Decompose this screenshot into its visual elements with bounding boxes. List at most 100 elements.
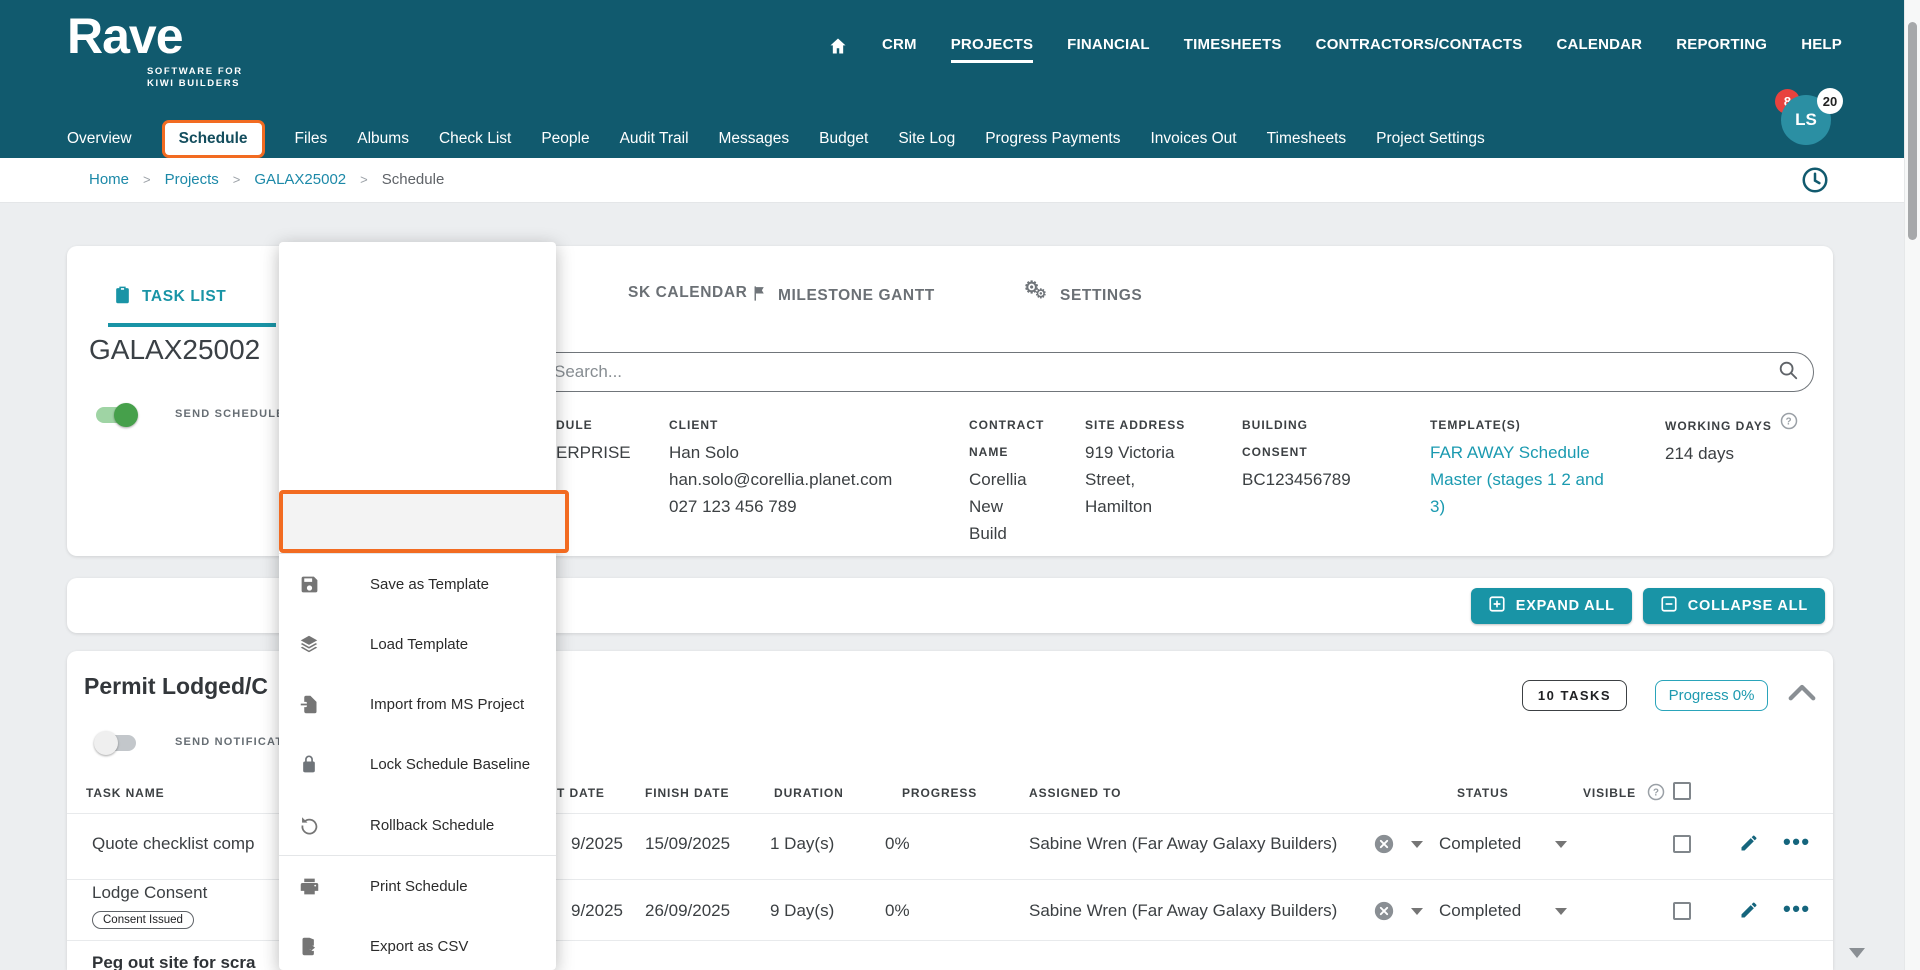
breadcrumb-home[interactable]: Home	[89, 171, 129, 188]
assigned-to: Sabine Wren (Far Away Galaxy Builders)	[1029, 834, 1337, 854]
remove-assignee-icon[interactable]	[1373, 833, 1395, 860]
tab-task-calendar[interactable]: SK CALENDAR	[628, 284, 747, 302]
duration: 1 Day(s)	[770, 834, 834, 854]
breadcrumb: Home > Projects > GALAX25002 > Schedule	[89, 171, 444, 188]
tab-settings[interactable]: ⚙ ⚙ SETTINGS	[1024, 284, 1142, 308]
send-notifications-toggle[interactable]	[96, 735, 136, 751]
menu-item-load-template[interactable]: Load Template	[279, 614, 556, 674]
breadcrumb-project-code[interactable]: GALAX25002	[254, 171, 346, 188]
status-value[interactable]: Completed	[1439, 901, 1521, 921]
col-header-finish-date: FINISH DATE	[645, 786, 729, 800]
minus-box-icon	[1660, 595, 1678, 617]
edit-task-icon[interactable]	[1739, 833, 1759, 858]
status-value[interactable]: Completed	[1439, 834, 1521, 854]
visible-checkbox[interactable]	[1673, 835, 1691, 853]
project-navigation: Overview Schedule Files Albums Check Lis…	[67, 120, 1485, 158]
task-name[interactable]: Lodge Consent	[92, 883, 207, 903]
scroll-down-icon[interactable]	[1849, 948, 1865, 958]
breadcrumb-current: Schedule	[382, 171, 445, 188]
tab-task-calendar-label: SK CALENDAR	[628, 284, 747, 302]
status-dropdown-icon[interactable]	[1555, 908, 1567, 915]
top-nav-calendar[interactable]: CALENDAR	[1556, 36, 1642, 63]
template-link[interactable]: Master (stages 1 2 and	[1430, 466, 1604, 493]
printer-icon	[296, 876, 322, 897]
project-nav-schedule[interactable]: Schedule	[162, 120, 265, 158]
project-nav-progress-payments[interactable]: Progress Payments	[985, 130, 1120, 148]
task-name[interactable]: Quote checklist comp	[92, 834, 255, 854]
status-dropdown-icon[interactable]	[1555, 841, 1567, 848]
tab-task-list-label: TASK LIST	[142, 288, 226, 306]
scrollbar-thumb[interactable]	[1908, 22, 1917, 240]
assignee-dropdown-icon[interactable]	[1411, 908, 1423, 915]
top-nav-reporting[interactable]: REPORTING	[1676, 36, 1767, 63]
breadcrumb-separator: >	[233, 172, 241, 187]
tab-task-list[interactable]: TASK LIST	[113, 284, 226, 310]
project-nav-people[interactable]: People	[541, 130, 589, 148]
collapse-section-icon[interactable]	[1787, 681, 1817, 708]
template-link[interactable]: 3)	[1430, 493, 1604, 520]
send-schedule-toggle[interactable]	[96, 407, 136, 423]
menu-item-lock-schedule-baseline[interactable]: Lock Schedule Baseline	[279, 734, 556, 794]
project-nav-check-list[interactable]: Check List	[439, 130, 511, 148]
collapse-all-button[interactable]: COLLAPSE ALL	[1643, 588, 1825, 624]
menu-item-print-schedule[interactable]: Print Schedule	[279, 856, 556, 916]
info-schedule-fragment: DULE ERPRISE	[556, 412, 631, 466]
message-count-badge[interactable]: 20	[1817, 88, 1843, 114]
menu-item-save-template[interactable]: Save as Template	[279, 554, 556, 614]
project-nav-files[interactable]: Files	[295, 130, 328, 148]
edit-task-icon[interactable]	[1739, 900, 1759, 925]
project-nav-audit-trail[interactable]: Audit Trail	[620, 130, 689, 148]
help-icon[interactable]: ?	[1780, 412, 1798, 440]
assignee-dropdown-icon[interactable]	[1411, 841, 1423, 848]
history-clock-icon[interactable]	[1800, 165, 1830, 200]
project-nav-albums[interactable]: Albums	[357, 130, 409, 148]
menu-item-export-csv[interactable]: Export as CSV	[279, 916, 556, 970]
visible-help-icon[interactable]: ?	[1647, 783, 1665, 806]
scrollbar[interactable]	[1904, 0, 1920, 970]
project-nav-overview[interactable]: Overview	[67, 130, 132, 148]
progress: 0%	[885, 834, 910, 854]
remove-assignee-icon[interactable]	[1373, 900, 1395, 927]
expand-all-label: EXPAND ALL	[1516, 598, 1615, 614]
template-link[interactable]: FAR AWAY Schedule	[1430, 439, 1604, 466]
row-menu-icon[interactable]: •••	[1783, 896, 1811, 922]
search-input[interactable]	[552, 361, 1777, 383]
info-site-address: SITE ADDRESS 919 Victoria Street, Hamilt…	[1085, 412, 1185, 520]
menu-item-rollback-schedule[interactable]: Rollback Schedule	[279, 795, 556, 855]
menu-item-import-ms-project[interactable]: Import from MS Project	[279, 674, 556, 734]
project-nav-invoices-out[interactable]: Invoices Out	[1150, 130, 1236, 148]
plus-box-icon	[1488, 595, 1506, 617]
project-nav-messages[interactable]: Messages	[719, 130, 790, 148]
progress-chip: Progress 0%	[1655, 680, 1768, 711]
project-nav-budget[interactable]: Budget	[819, 130, 868, 148]
top-nav-help[interactable]: HELP	[1801, 36, 1842, 63]
client-name: Han Solo	[669, 439, 892, 466]
info-client: CLIENT Han Solo han.solo@corellia.planet…	[669, 412, 892, 520]
top-nav-timesheets[interactable]: TIMESHEETS	[1184, 36, 1282, 63]
svg-text:?: ?	[1653, 787, 1659, 798]
home-icon[interactable]	[828, 36, 848, 63]
top-nav-projects[interactable]: PROJECTS	[951, 36, 1033, 63]
project-nav-timesheets[interactable]: Timesheets	[1267, 130, 1347, 148]
breadcrumb-projects[interactable]: Projects	[165, 171, 219, 188]
top-nav-financial[interactable]: FINANCIAL	[1067, 36, 1150, 63]
info-working-days: WORKING DAYS ? 214 days	[1665, 412, 1798, 467]
brand-logo[interactable]: Rave SOFTWARE FORKIWI BUILDERS	[67, 8, 183, 64]
visible-all-checkbox[interactable]	[1673, 782, 1691, 800]
top-nav-contractors-contacts[interactable]: CONTRACTORS/CONTACTS	[1316, 36, 1523, 63]
export-file-icon	[296, 936, 322, 957]
task-name[interactable]: Peg out site for scra	[92, 953, 255, 970]
task-group-title: Permit Lodged/C	[84, 673, 268, 700]
tab-milestone-gantt[interactable]: MILESTONE GANTT	[751, 284, 935, 308]
project-nav-project-settings[interactable]: Project Settings	[1376, 130, 1485, 148]
row-menu-icon[interactable]: •••	[1783, 829, 1811, 855]
col-header-duration: DURATION	[774, 786, 844, 800]
expand-all-button[interactable]: EXPAND ALL	[1471, 588, 1632, 624]
project-nav-site-log[interactable]: Site Log	[898, 130, 955, 148]
start-date: 9/2025	[571, 834, 623, 854]
collapse-all-label: COLLAPSE ALL	[1688, 598, 1808, 614]
search-icon[interactable]	[1777, 359, 1799, 386]
visible-checkbox[interactable]	[1673, 902, 1691, 920]
top-nav-crm[interactable]: CRM	[882, 36, 917, 63]
tab-settings-label: SETTINGS	[1060, 287, 1142, 305]
